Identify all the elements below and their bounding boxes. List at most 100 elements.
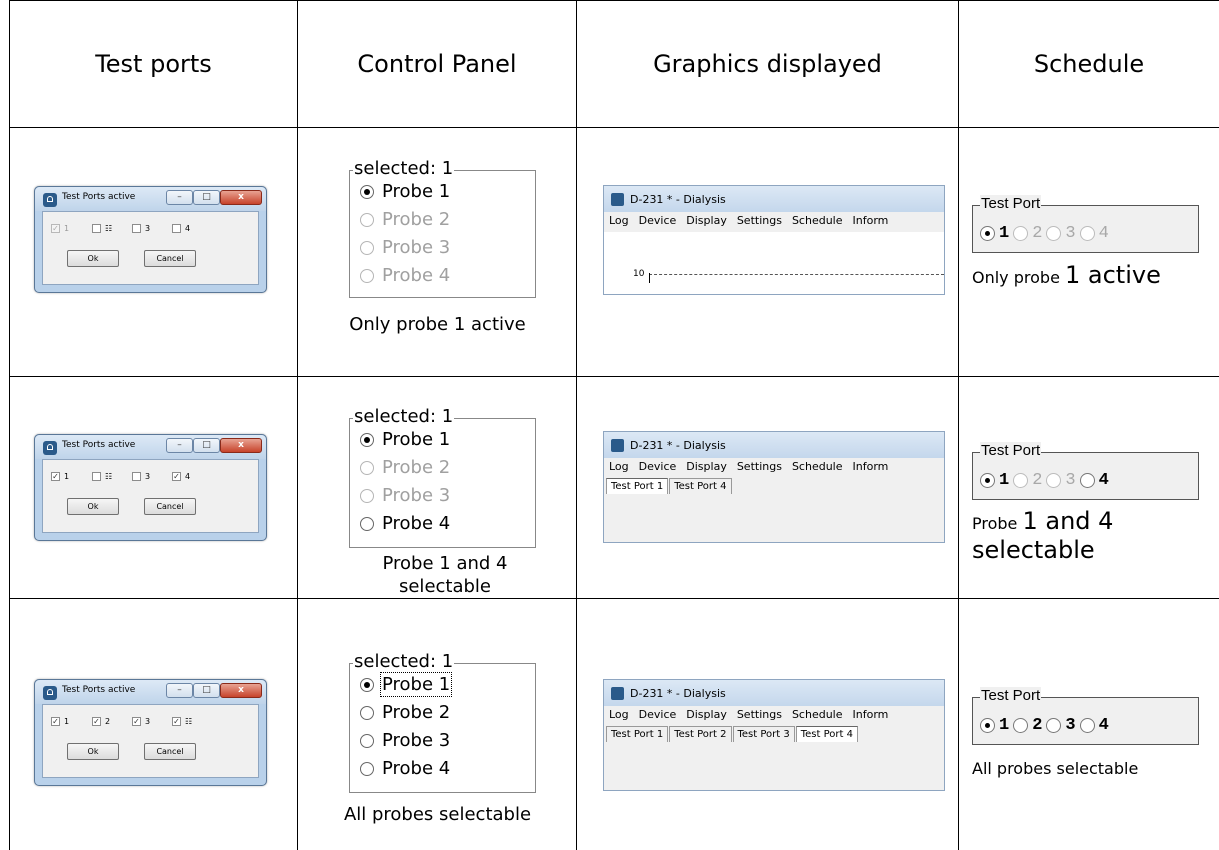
control-panel-group: selected: 1 Probe 1 Probe 2 Probe 3 Prob… <box>349 651 536 793</box>
tab-test-port-1[interactable]: Test Port 1 <box>606 726 669 742</box>
tab-test-port-2[interactable]: Test Port 2 <box>669 726 732 742</box>
menu-device[interactable]: Device <box>634 706 682 724</box>
port-2-checkbox[interactable]: ☷ <box>92 224 112 233</box>
port-4-radio: 4 <box>1079 224 1109 243</box>
menu-device[interactable]: Device <box>634 212 682 230</box>
menu-log[interactable]: Log <box>604 212 634 230</box>
header-schedule: Schedule <box>1033 49 1145 78</box>
app-icon <box>611 193 624 206</box>
port-1-radio[interactable]: 1 <box>980 716 1009 735</box>
app-icon <box>611 439 624 452</box>
port-4-checkbox[interactable]: ✓ ☷ <box>172 717 192 726</box>
probe-1-radio[interactable]: Probe 1 <box>360 429 450 450</box>
tab-test-port-4[interactable]: Test Port 4 <box>795 726 858 742</box>
dialog-title: Test Ports active <box>62 440 136 450</box>
port-4-radio[interactable]: 4 <box>1079 471 1109 490</box>
menu-display[interactable]: Display <box>681 458 732 476</box>
col-divider-2 <box>576 0 577 850</box>
probe-2-radio: Probe 2 <box>360 457 450 478</box>
maximize-button[interactable]: □ <box>193 190 220 205</box>
probe-2-radio[interactable]: Probe 2 <box>360 702 450 723</box>
ok-button[interactable]: Ok <box>67 743 119 760</box>
control-panel-group: selected: 1 Probe 1 Probe 2 Probe 3 Prob… <box>349 406 536 548</box>
probe-1-radio[interactable]: Probe 1 <box>360 181 450 202</box>
menu-display[interactable]: Display <box>681 212 732 230</box>
maximize-button[interactable]: □ <box>193 438 220 453</box>
port-3-checkbox[interactable]: 3 <box>132 224 150 233</box>
cancel-button[interactable]: Cancel <box>144 498 196 515</box>
port-3-checkbox[interactable]: ✓ 3 <box>132 717 150 726</box>
tab-test-port-1[interactable]: Test Port 1 <box>606 478 669 494</box>
menu-device[interactable]: Device <box>634 458 682 476</box>
test-ports-dialog: Test Ports active – □ x ✓ 1 ✓ 2 ✓ 3 ✓ ☷ Ok C… <box>34 679 267 786</box>
menu-display[interactable]: Display <box>681 706 732 724</box>
port-2-checkbox[interactable]: ☷ <box>92 472 112 481</box>
probe-4-radio[interactable]: Probe 4 <box>360 513 450 534</box>
menu-schedule[interactable]: Schedule <box>787 706 848 724</box>
cancel-button[interactable]: Cancel <box>144 743 196 760</box>
menu-schedule[interactable]: Schedule <box>787 458 848 476</box>
menu-schedule[interactable]: Schedule <box>787 212 848 230</box>
schedule-legend: Test Port <box>980 442 1042 459</box>
port-4-checkbox[interactable]: ✓ 4 <box>172 472 190 481</box>
maximize-button[interactable]: □ <box>193 683 220 698</box>
tab-test-port-4[interactable]: Test Port 4 <box>669 478 732 494</box>
close-button[interactable]: x <box>220 190 262 205</box>
minimize-button[interactable]: – <box>166 438 193 453</box>
control-caption: Probe 1 and 4 selectable <box>382 553 508 597</box>
row-divider-2 <box>9 598 1219 599</box>
port-2-checkbox[interactable]: ✓ 2 <box>92 717 110 726</box>
ok-button[interactable]: Ok <box>67 250 119 267</box>
menu-inform[interactable]: Inform <box>848 458 894 476</box>
ok-button[interactable]: Ok <box>67 498 119 515</box>
schedule-test-port-group: Test Port 1 2 3 4 <box>972 195 1199 253</box>
probe-3-radio[interactable]: Probe 3 <box>360 730 450 751</box>
group-legend: selected: 1 <box>353 158 455 180</box>
graphics-window: D-231 * - Dialysis Log Device Display Se… <box>603 679 945 791</box>
dialog-title: Test Ports active <box>62 192 136 202</box>
menu-bar: Log Device Display Settings Schedule Inf… <box>604 706 944 724</box>
schedule-caption: All probes selectable <box>972 759 1139 778</box>
port-1-radio[interactable]: 1 <box>980 471 1009 490</box>
menu-log[interactable]: Log <box>604 458 634 476</box>
port-1-checkbox[interactable]: ✓ 1 <box>51 472 69 481</box>
close-button[interactable]: x <box>220 438 262 453</box>
probe-4-radio: Probe 4 <box>360 265 450 286</box>
probe-1-radio[interactable]: Probe 1 <box>360 672 453 697</box>
port-3-checkbox[interactable]: 3 <box>132 472 150 481</box>
y-axis <box>649 273 650 283</box>
port-3-radio[interactable]: 3 <box>1046 716 1076 735</box>
minimize-button[interactable]: – <box>166 683 193 698</box>
tab-strip: Test Port 1 Test Port 4 <box>606 478 733 494</box>
header-graphics-displayed: Graphics displayed <box>653 49 882 78</box>
header-divider <box>9 127 1219 128</box>
port-2-radio[interactable]: 2 <box>1013 716 1042 735</box>
probe-4-radio[interactable]: Probe 4 <box>360 758 450 779</box>
menu-settings[interactable]: Settings <box>732 212 787 230</box>
port-1-checkbox[interactable]: ✓ 1 <box>51 717 69 726</box>
control-caption: All probes selectable <box>343 804 532 825</box>
menu-settings[interactable]: Settings <box>732 458 787 476</box>
menu-settings[interactable]: Settings <box>732 706 787 724</box>
port-2-radio: 2 <box>1013 471 1042 490</box>
dialog-client: ✓ 1 ☷ 3 4 Ok Cancel <box>42 211 259 285</box>
probe-3-radio: Probe 3 <box>360 237 450 258</box>
port-1-radio[interactable]: 1 <box>980 224 1009 243</box>
close-button[interactable]: x <box>220 683 262 698</box>
menu-inform[interactable]: Inform <box>848 212 894 230</box>
graphics-titlebar: D-231 * - Dialysis <box>604 680 944 706</box>
port-4-radio[interactable]: 4 <box>1079 716 1109 735</box>
menu-inform[interactable]: Inform <box>848 706 894 724</box>
cancel-button[interactable]: Cancel <box>144 250 196 267</box>
port-2-radio: 2 <box>1013 224 1042 243</box>
header-test-ports: Test ports <box>95 49 212 78</box>
tab-test-port-3[interactable]: Test Port 3 <box>732 726 795 742</box>
menu-log[interactable]: Log <box>604 706 634 724</box>
header-control-panel: Control Panel <box>357 49 517 78</box>
y-tick-label: 10 <box>633 269 645 279</box>
app-icon <box>611 687 624 700</box>
app-icon <box>43 441 57 455</box>
port-4-checkbox[interactable]: 4 <box>172 224 190 233</box>
minimize-button[interactable]: – <box>166 190 193 205</box>
schedule-legend: Test Port <box>980 687 1042 704</box>
